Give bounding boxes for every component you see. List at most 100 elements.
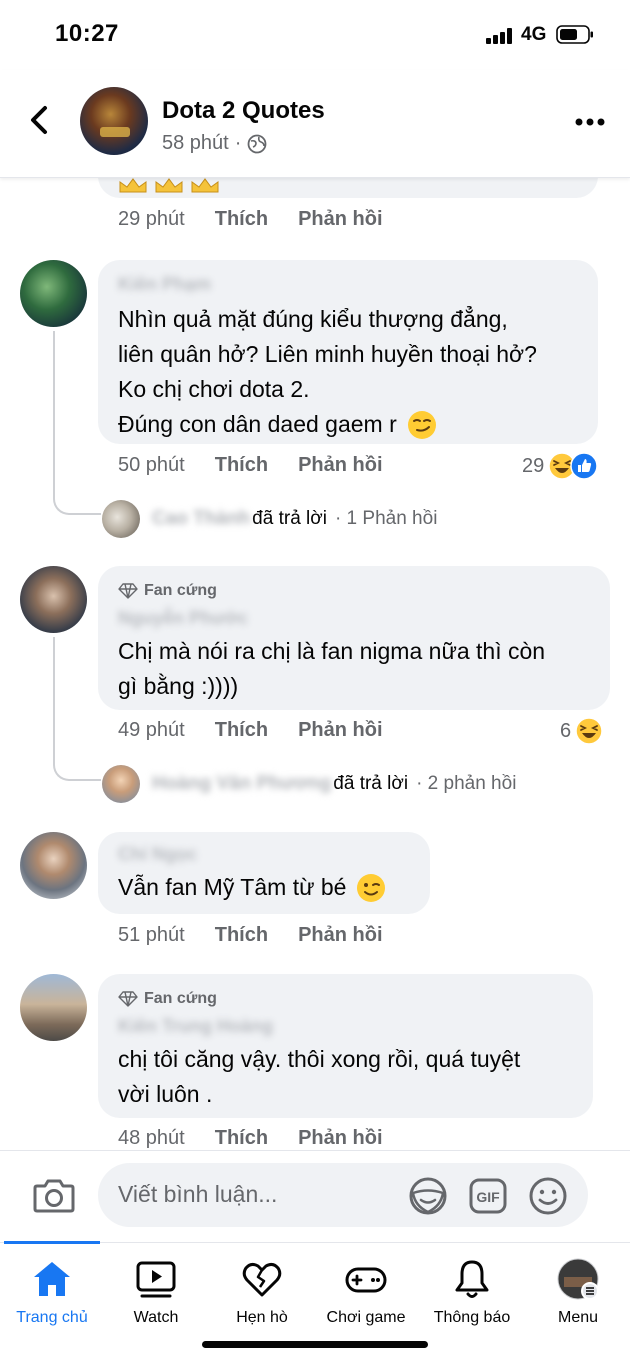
reaction-count: 29 bbox=[522, 454, 545, 477]
comment-author[interactable]: Nguyễn Phước bbox=[118, 608, 248, 629]
comment-actions: 51 phút Thích Phản hồi bbox=[118, 924, 383, 947]
reply-button[interactable]: Phản hồi bbox=[298, 719, 382, 742]
commenter-avatar[interactable] bbox=[20, 566, 87, 633]
comment-placeholder: Viết bình luận... bbox=[118, 1181, 278, 1207]
reply-button[interactable]: Phản hồi bbox=[298, 924, 382, 947]
comment-bubble-partial[interactable] bbox=[98, 178, 598, 198]
svg-text:GIF: GIF bbox=[476, 1189, 500, 1205]
comment-bubble[interactable]: Fan cứng Kiên Trung Hoàng chị tôi căng v… bbox=[98, 974, 593, 1118]
bell-icon bbox=[455, 1260, 489, 1298]
reaction-summary[interactable]: 6 bbox=[560, 717, 603, 745]
watch-icon bbox=[136, 1261, 176, 1298]
comment-bubble[interactable]: Kiên Phạm Nhìn quả mặt đúng kiểu thượng … bbox=[98, 260, 598, 444]
comment-time: 48 phút bbox=[118, 1127, 185, 1149]
gif-icon[interactable]: GIF bbox=[468, 1176, 508, 1216]
tab-label: Hẹn hò bbox=[236, 1309, 288, 1326]
reply-count: · 2 phản hồi bbox=[416, 773, 517, 794]
comment-time: 51 phút bbox=[118, 924, 185, 946]
crown-emoji-icons bbox=[119, 178, 219, 193]
comment-time: 49 phút bbox=[118, 719, 185, 741]
like-button[interactable]: Thích bbox=[215, 924, 268, 947]
tab-label: Trang chủ bbox=[16, 1309, 88, 1326]
commenter-avatar[interactable] bbox=[20, 832, 87, 899]
comment-author[interactable]: Kiên Phạm bbox=[118, 274, 211, 295]
tab-home[interactable]: Trang chủ bbox=[0, 1255, 104, 1335]
tab-gaming[interactable]: Chơi game bbox=[314, 1255, 418, 1335]
comment-text-line: chị tôi căng vậy. thôi xong rồi, quá tuy… bbox=[118, 1046, 521, 1072]
reaction-summary[interactable]: 29 bbox=[522, 452, 598, 480]
comment-time: 50 phút bbox=[118, 454, 185, 476]
comment-text-line: vời luôn . bbox=[118, 1081, 213, 1107]
like-button[interactable]: Thích bbox=[215, 208, 268, 231]
tab-label: Thông báo bbox=[433, 1309, 511, 1326]
commenter-avatar[interactable] bbox=[20, 974, 87, 1041]
comment-actions: 50 phút Thích Phản hồi bbox=[118, 454, 383, 477]
comment-author[interactable]: Chí Ngọc bbox=[118, 844, 197, 865]
comment-text-line: Chị mà nói ra chị là fan nigma nữa thì c… bbox=[118, 638, 546, 664]
comment-text-line: liên quân hở? Liên minh huyền thoại hở? bbox=[118, 341, 537, 367]
network-type: 4G bbox=[521, 24, 547, 45]
comment-text-line: Đúng con dân daed gaem r bbox=[118, 411, 397, 437]
comment-text-line: gì bằng :)))) bbox=[118, 673, 239, 699]
post-time: 58 phút bbox=[162, 132, 229, 154]
comment-text-row: Vẫn fan Mỹ Tâm từ bé bbox=[118, 870, 386, 905]
haha-reaction-icon bbox=[575, 717, 603, 745]
reaction-count: 6 bbox=[560, 719, 572, 742]
back-arrow-icon[interactable] bbox=[24, 100, 54, 140]
tab-menu[interactable]: Menu bbox=[526, 1255, 630, 1335]
like-reaction-icon bbox=[570, 452, 598, 480]
comment-input[interactable]: Viết bình luận... GIF bbox=[98, 1163, 588, 1227]
comment-time: 29 phút bbox=[118, 208, 185, 230]
post-meta: 58 phút · bbox=[162, 132, 267, 155]
wink-emoji-icon bbox=[357, 873, 386, 902]
emoji-icon[interactable] bbox=[528, 1176, 568, 1216]
sticker-icon[interactable] bbox=[408, 1176, 448, 1216]
replier-avatar bbox=[102, 500, 140, 538]
comment-composer: Viết bình luận... GIF bbox=[0, 1150, 630, 1242]
tab-watch[interactable]: Watch bbox=[104, 1255, 208, 1335]
replied-text: đã trả lời bbox=[252, 508, 327, 529]
thread-connector bbox=[53, 331, 101, 515]
replied-text: đã trả lời bbox=[333, 773, 409, 794]
commenter-avatar[interactable] bbox=[20, 260, 87, 327]
comment-text-line: Nhìn quả mặt đúng kiểu thượng đẳng, bbox=[118, 306, 508, 332]
separator-dot: · bbox=[234, 132, 242, 154]
replier-name: Hoàng Văn Phương bbox=[152, 773, 332, 794]
thread-connector bbox=[53, 637, 101, 781]
page-avatar[interactable] bbox=[80, 87, 148, 155]
tab-dating[interactable]: Hẹn hò bbox=[210, 1255, 314, 1335]
diamond-icon bbox=[118, 583, 138, 599]
more-options-icon[interactable] bbox=[574, 116, 606, 128]
view-replies-row[interactable]: Hoàng Văn Phương đã trả lời · 2 phản hồi bbox=[102, 765, 516, 803]
comment-text-line: Ko chị chơi dota 2. bbox=[118, 376, 310, 402]
replier-name: Cao Thành bbox=[152, 508, 251, 529]
like-button[interactable]: Thích bbox=[215, 1127, 268, 1150]
comment-actions: 29 phút Thích Phản hồi bbox=[118, 208, 383, 231]
status-time: 10:27 bbox=[55, 20, 119, 47]
comment-bubble[interactable]: Fan cứng Nguyễn Phước Chị mà nói ra chị … bbox=[98, 566, 610, 710]
reply-button[interactable]: Phản hồi bbox=[298, 208, 382, 231]
comment-actions: 49 phút Thích Phản hồi bbox=[118, 719, 383, 742]
comment-bubble[interactable]: Chí Ngọc Vẫn fan Mỹ Tâm từ bé bbox=[98, 832, 430, 914]
active-tab-indicator bbox=[4, 1241, 100, 1244]
globe-icon bbox=[248, 134, 267, 153]
comment-author[interactable]: Kiên Trung Hoàng bbox=[118, 1016, 273, 1037]
comment-text-row: Đúng con dân daed gaem r bbox=[118, 407, 537, 442]
fan-badge-label: Fan cứng bbox=[144, 990, 217, 1007]
diamond-icon bbox=[118, 991, 138, 1007]
like-button[interactable]: Thích bbox=[215, 719, 268, 742]
comment-actions: 48 phút Thích Phản hồi bbox=[118, 1127, 383, 1150]
camera-icon[interactable] bbox=[33, 1176, 75, 1214]
reply-button[interactable]: Phản hồi bbox=[298, 454, 382, 477]
page-title[interactable]: Dota 2 Quotes bbox=[162, 97, 325, 125]
view-replies-row[interactable]: Cao Thành đã trả lời · 1 Phản hồi bbox=[102, 500, 437, 538]
gamepad-icon bbox=[345, 1267, 387, 1293]
tab-label: Menu bbox=[557, 1309, 599, 1326]
reply-button[interactable]: Phản hồi bbox=[298, 1127, 382, 1150]
home-indicator bbox=[202, 1341, 428, 1348]
tab-notifications[interactable]: Thông báo bbox=[420, 1255, 524, 1335]
like-button[interactable]: Thích bbox=[215, 454, 268, 477]
status-bar: 10:27 4G bbox=[0, 0, 630, 70]
post-header: Dota 2 Quotes 58 phút · bbox=[0, 70, 630, 178]
tab-label: Watch bbox=[133, 1309, 179, 1326]
